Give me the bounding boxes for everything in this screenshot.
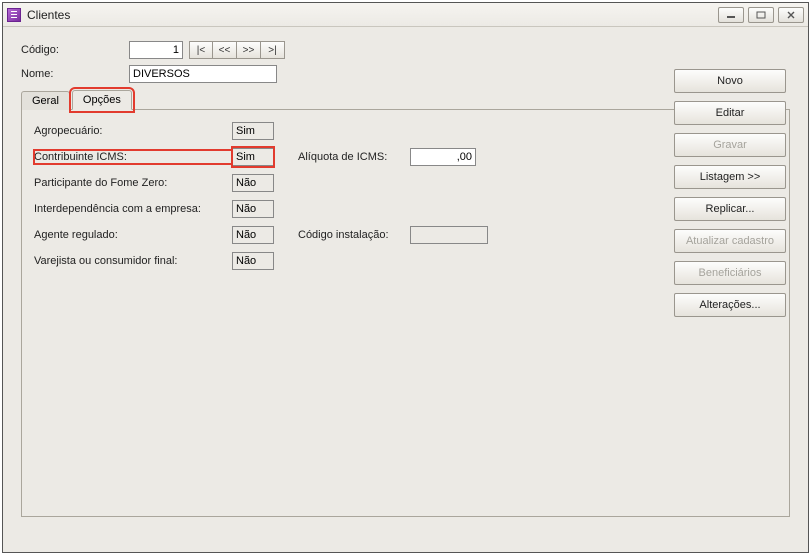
- cod-inst-input[interactable]: [410, 226, 488, 244]
- window-controls: [718, 7, 804, 23]
- alteracoes-button[interactable]: Alterações...: [674, 293, 786, 317]
- agente-reg-label: Agente regulado:: [34, 229, 232, 241]
- varejista-value[interactable]: [232, 252, 274, 270]
- window-clientes: Clientes Código: |< << >> >|: [2, 2, 809, 553]
- titlebar: Clientes: [3, 3, 808, 27]
- close-button[interactable]: [778, 7, 804, 23]
- tabstrip: Geral Opções: [21, 89, 790, 109]
- codigo-label: Código:: [21, 44, 129, 56]
- agente-reg-value[interactable]: [232, 226, 274, 244]
- minimize-button[interactable]: [718, 7, 744, 23]
- beneficiarios-button: Beneficiários: [674, 261, 786, 285]
- fome-zero-label: Participante do Fome Zero:: [34, 177, 232, 189]
- record-nav: |< << >> >|: [189, 41, 285, 59]
- nav-last-button[interactable]: >|: [261, 41, 285, 59]
- tab-opcoes[interactable]: Opções: [72, 90, 132, 110]
- nav-first-button[interactable]: |<: [189, 41, 213, 59]
- varejista-label: Varejista ou consumidor final:: [34, 255, 232, 267]
- nav-next-button[interactable]: >>: [237, 41, 261, 59]
- contribuinte-icms-value[interactable]: [232, 148, 274, 166]
- interdep-label: Interdependência com a empresa:: [34, 203, 232, 215]
- client-area: Código: |< << >> >| Nome: Geral Opções: [11, 31, 800, 544]
- codigo-input[interactable]: [129, 41, 183, 59]
- aliq-icms-label: Alíquota de ICMS:: [298, 151, 410, 163]
- cod-inst-label: Código instalação:: [298, 229, 410, 241]
- highlight-box-label: [33, 149, 233, 165]
- aliq-icms-input[interactable]: [410, 148, 476, 166]
- titlebar-left: Clientes: [7, 8, 70, 22]
- tab-geral[interactable]: Geral: [21, 91, 70, 110]
- nav-prev-button[interactable]: <<: [213, 41, 237, 59]
- fome-zero-value[interactable]: [232, 174, 274, 192]
- interdep-value[interactable]: [232, 200, 274, 218]
- app-icon: [7, 8, 21, 22]
- agropecuario-value[interactable]: [232, 122, 274, 140]
- agropecuario-label: Agropecuário:: [34, 125, 232, 137]
- window-title: Clientes: [27, 8, 70, 22]
- nome-label: Nome:: [21, 68, 129, 80]
- nome-input[interactable]: [129, 65, 277, 83]
- maximize-button[interactable]: [748, 7, 774, 23]
- atualizar-cadastro-button: Atualizar cadastro: [674, 229, 786, 253]
- contribuinte-icms-label: Contribuinte ICMS:: [34, 151, 232, 163]
- gravar-button: Gravar: [674, 133, 786, 157]
- listagem-button[interactable]: Listagem >>: [674, 165, 786, 189]
- replicar-button[interactable]: Replicar...: [674, 197, 786, 221]
